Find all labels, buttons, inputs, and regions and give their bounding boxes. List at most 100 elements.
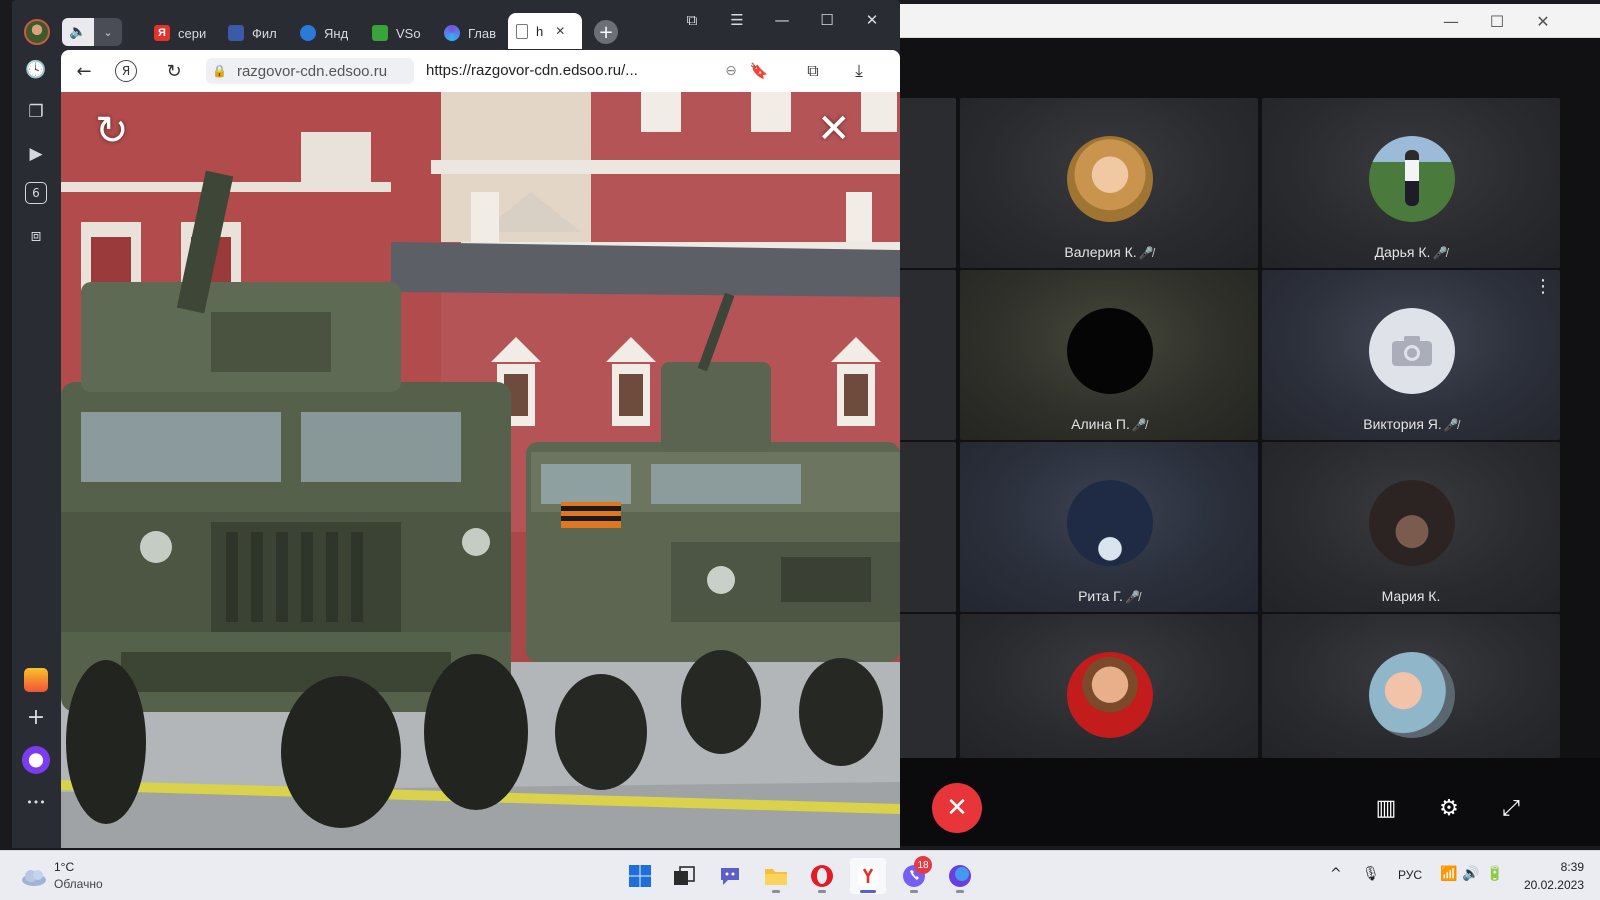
close-icon: ✕ <box>865 11 879 29</box>
participant-tile[interactable]: Мария К. <box>1262 442 1560 612</box>
weather-temperature[interactable]: 1°C <box>54 860 74 874</box>
opera-button[interactable] <box>804 858 840 894</box>
collections-icon[interactable]: ❐ <box>22 98 50 126</box>
clock-date[interactable]: 20.02.2023 <box>1520 878 1584 892</box>
participant-tile[interactable]: ⋮ Виктория Я. 🎤̸ <box>1262 270 1560 440</box>
tab-2[interactable]: Фил <box>220 18 292 48</box>
sound-button[interactable]: 🔈 ⌄ <box>62 18 122 46</box>
bookmark-icon: 🔖 <box>749 62 769 80</box>
tab-label: h <box>536 23 544 39</box>
participant-tile-partial[interactable] <box>898 442 956 612</box>
task-view-button[interactable] <box>666 858 702 894</box>
running-indicator <box>772 890 780 893</box>
image-icon <box>228 25 244 41</box>
back-button[interactable]: ← <box>70 57 98 85</box>
avatar <box>1067 308 1153 394</box>
tab-1[interactable]: Я сери <box>146 18 218 48</box>
weather-description[interactable]: Облачно <box>54 877 103 891</box>
participant-tile[interactable] <box>960 614 1258 758</box>
chat-icon <box>721 868 739 885</box>
tab-count-badge[interactable]: 6 <box>25 182 47 204</box>
alice-button[interactable] <box>942 858 978 894</box>
participant-tile[interactable]: Дарья К. 🎤̸ <box>1262 98 1560 268</box>
fullscreen-button[interactable]: ⤢ <box>1491 788 1531 828</box>
yandex-icon: Я <box>121 64 131 78</box>
cloud-icon[interactable] <box>20 867 48 887</box>
alice-assistant-icon[interactable]: ⬤ <box>22 746 50 774</box>
tab-3[interactable]: Янд <box>292 18 364 48</box>
tab-4[interactable]: VSo <box>364 18 436 48</box>
close-window-button[interactable]: ✕ <box>852 6 892 34</box>
participant-tile[interactable]: Алина П. 🎤̸ <box>960 270 1258 440</box>
yandex-home-button[interactable]: Я <box>115 60 137 82</box>
menu-button[interactable]: ☰ <box>717 6 757 34</box>
reload-button[interactable]: ↻ <box>160 57 188 85</box>
tile-menu-icon[interactable]: ⋮ <box>1534 276 1552 297</box>
minimize-button[interactable]: — <box>1428 4 1474 38</box>
tabs-collection-button[interactable]: ⧉ <box>672 6 712 34</box>
bookmark-button[interactable]: 🔖 <box>745 57 773 85</box>
mic-off-icon: 🎤̸ <box>1432 246 1448 260</box>
close-window-button[interactable]: ✕ <box>1520 4 1566 38</box>
avatar <box>1369 308 1455 394</box>
media-play-icon[interactable]: ▶ <box>22 140 50 168</box>
replay-icon[interactable]: ↻ <box>95 108 129 154</box>
tab-active[interactable]: h ✕ <box>508 13 582 49</box>
minimize-button[interactable]: — <box>762 6 802 34</box>
collections-icon: ⧉ <box>686 11 698 29</box>
start-button[interactable] <box>622 858 658 894</box>
tab-label: сери <box>178 25 207 41</box>
wifi-icon[interactable]: 📶 <box>1440 866 1457 882</box>
arrow-left-icon: ← <box>76 60 92 82</box>
screenshot-icon[interactable]: ⧈ <box>22 222 50 250</box>
settings-button[interactable]: ⚙ <box>1429 788 1469 828</box>
participant-tile-partial[interactable] <box>898 614 956 758</box>
translate-button[interactable]: ⊖ <box>717 57 745 85</box>
volume-icon[interactable]: 🔊 <box>1462 866 1479 882</box>
domain-pill[interactable]: 🔒 razgovor-cdn.edsoo.ru <box>206 58 414 84</box>
close-video-icon[interactable]: ✕ <box>817 106 851 152</box>
participant-tile[interactable] <box>1262 614 1560 758</box>
yandex-browser-button[interactable] <box>850 858 886 894</box>
teams-chat-button[interactable] <box>712 858 748 894</box>
maximize-icon: ☐ <box>1489 11 1505 31</box>
show-hidden-icons-button[interactable]: ^ <box>1330 866 1342 882</box>
chevron-up-icon: ^ <box>1330 866 1342 882</box>
vscode-icon <box>372 25 388 41</box>
collections-button[interactable]: ⧉ <box>799 57 827 85</box>
video-player[interactable]: ↻ ✕ <box>61 92 900 848</box>
browser-window: 🔈 ⌄ Я сери Фил Янд VSo Глав h ✕ + ⧉ ☰ — … <box>12 0 900 848</box>
participant-tile[interactable]: Рита Г. 🎤̸ <box>960 442 1258 612</box>
avatar <box>1067 652 1153 738</box>
tab-label: VSo <box>396 25 421 41</box>
url-field[interactable]: https://razgovor-cdn.edsoo.ru/... <box>426 62 638 79</box>
minimize-icon: — <box>774 11 790 29</box>
layout-button[interactable]: ▥ <box>1366 788 1406 828</box>
maximize-button[interactable]: ☐ <box>807 6 847 34</box>
profile-avatar[interactable] <box>24 19 50 45</box>
language-indicator[interactable]: РУС <box>1398 868 1422 882</box>
participant-name: Рита Г. 🎤̸ <box>1078 588 1140 604</box>
running-indicator <box>956 890 964 893</box>
maximize-button[interactable]: ☐ <box>1474 4 1520 38</box>
new-tab-button[interactable]: + <box>594 20 618 44</box>
mic-off-icon: 🎤̸ <box>1443 418 1459 432</box>
file-explorer-button[interactable] <box>758 858 794 894</box>
clock-time[interactable]: 8:39 <box>1520 860 1584 874</box>
hang-up-button[interactable]: ✕ <box>932 783 982 833</box>
participant-tile[interactable]: Валерия К. 🎤̸ <box>960 98 1258 268</box>
close-icon: ✕ <box>1536 11 1550 31</box>
close-icon: ✕ <box>946 793 968 823</box>
participant-tile-partial[interactable] <box>898 98 956 268</box>
participant-tile-partial[interactable] <box>898 270 956 440</box>
add-panel-icon[interactable]: + <box>22 703 50 731</box>
downloads-button[interactable]: ⤓ <box>845 57 873 85</box>
history-icon[interactable]: 🕓 <box>22 56 50 84</box>
more-icon[interactable]: ••• <box>22 788 50 816</box>
microphone-icon[interactable]: 🎙 <box>1362 866 1380 882</box>
battery-icon[interactable]: 🔋 <box>1486 866 1503 882</box>
tab-close-icon[interactable]: ✕ <box>555 24 565 38</box>
mail-icon[interactable] <box>24 668 48 692</box>
tab-5[interactable]: Глав <box>436 18 508 48</box>
plus-icon: + <box>598 21 614 43</box>
